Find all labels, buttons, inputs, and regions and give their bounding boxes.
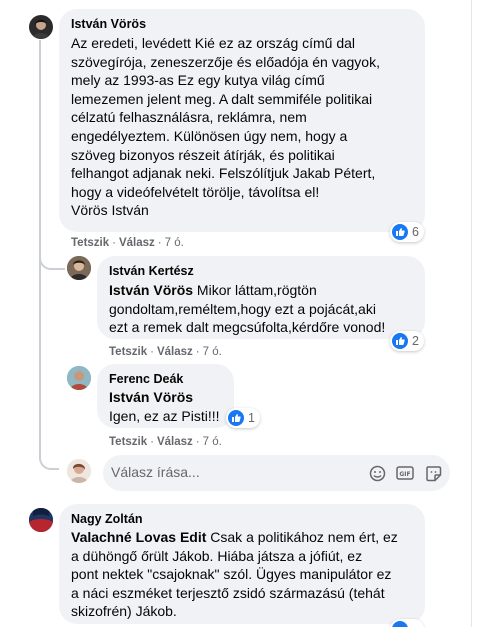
reaction-count[interactable]: 6 bbox=[390, 222, 424, 242]
comment-line: Az eredeti, levédett Kié ez az ország cí… bbox=[71, 35, 356, 51]
reply-link[interactable]: Válasz bbox=[119, 237, 155, 249]
avatar-photo-icon bbox=[29, 508, 53, 532]
comment-author[interactable]: Nagy Zoltán bbox=[71, 511, 413, 527]
panel-divider bbox=[471, 0, 472, 627]
timestamp[interactable]: 7 ó. bbox=[165, 237, 184, 249]
gif-icon[interactable]: GIF bbox=[395, 463, 415, 483]
timestamp[interactable]: 7 ó. bbox=[203, 436, 222, 448]
comment-text: Az eredeti, levédett Kié ez az ország cí… bbox=[71, 34, 413, 220]
emoji-icon[interactable] bbox=[367, 463, 387, 483]
thread-line-branch bbox=[39, 448, 59, 470]
comment-bubble: István Kertész István Vörös Mikor láttam… bbox=[97, 256, 425, 339]
comment-actions: Tetszik · Válasz · 7 ó. bbox=[71, 237, 184, 249]
comment-line: Vörös István bbox=[71, 202, 149, 219]
timestamp[interactable]: 7 ó. bbox=[203, 346, 222, 358]
comment-bubble: Nagy Zoltán Valachné Lovas Edit Csak a p… bbox=[59, 504, 425, 624]
avatar-photo-icon bbox=[67, 256, 91, 280]
comment-line: a náci eszméket terjesztő zsidó származá… bbox=[71, 584, 385, 601]
comment-text: István Vörös Mikor láttam,rögtön gondolt… bbox=[109, 281, 413, 337]
comment-line: Mikor láttam,rögtön bbox=[193, 282, 317, 298]
like-link[interactable]: Tetszik bbox=[109, 346, 147, 358]
comment-line: felhangot adjanak neki. Felszólítjuk Jak… bbox=[71, 165, 376, 182]
comment-line: a dühöngő őrült Jákob. Hiába játsza a jó… bbox=[71, 547, 363, 564]
comment-author[interactable]: István Vörös bbox=[71, 16, 413, 32]
reaction-number: 2 bbox=[412, 334, 419, 348]
avatar[interactable] bbox=[29, 508, 53, 532]
mention-link[interactable]: István Vörös bbox=[109, 282, 193, 298]
like-link[interactable]: Tetszik bbox=[109, 436, 147, 448]
comment-line: gondoltam,reméltem,hogy ezt a pojácát,ak… bbox=[109, 300, 376, 317]
comment-line: szövegírója, zeneszerzője és előadója én… bbox=[71, 53, 380, 70]
avatar[interactable] bbox=[67, 366, 91, 390]
reply-link[interactable]: Válasz bbox=[157, 346, 193, 358]
avatar[interactable] bbox=[29, 15, 53, 39]
comment-line: Csak a politikához nem ért, ez bbox=[206, 529, 398, 545]
comment-line: szöveg bizonyos részeit átírják, és poli… bbox=[71, 146, 335, 163]
mention-link[interactable]: István Vörös bbox=[109, 388, 222, 407]
comment-line: Igen, ez az Pisti!!! bbox=[109, 407, 220, 424]
comment-text: Valachné Lovas Edit Csak a politikához n… bbox=[71, 528, 413, 621]
comment-line: hogy a videófelvételt törölje, távolítsa… bbox=[71, 183, 320, 200]
comment-author[interactable]: István Kertész bbox=[109, 263, 413, 279]
comment-line: pont nektek "csajoknak" szól. Ügyes mani… bbox=[71, 566, 392, 583]
reaction-count-partial[interactable] bbox=[390, 619, 424, 627]
like-icon bbox=[392, 621, 408, 627]
sticker-icon[interactable] bbox=[423, 463, 443, 483]
reaction-number: 1 bbox=[248, 411, 255, 425]
reply-input[interactable]: Válasz írása... GIF bbox=[103, 455, 450, 491]
like-icon bbox=[392, 333, 408, 349]
avatar-photo-icon bbox=[67, 366, 91, 390]
like-icon bbox=[228, 410, 244, 426]
comment-line: mely az 1993-as Ez egy kutya világ című bbox=[71, 72, 325, 89]
reply-placeholder: Válasz írása... bbox=[111, 464, 200, 480]
avatar[interactable] bbox=[67, 256, 91, 280]
like-link[interactable]: Tetszik bbox=[71, 237, 109, 249]
avatar-photo-icon bbox=[67, 459, 91, 483]
avatar-photo-icon bbox=[32, 19, 50, 39]
comment-bubble: István Vörös Az eredeti, levédett Kié ez… bbox=[59, 9, 425, 232]
comment-text: István Vörös Igen, ez az Pisti!!! bbox=[109, 388, 222, 425]
mention-link[interactable]: Valachné Lovas Edit bbox=[71, 529, 206, 545]
comment-line: skizofrén) Jákob. bbox=[71, 603, 177, 620]
comment-line: engedélyeztem. Különösen úgy nem, hogy a bbox=[71, 127, 348, 144]
reaction-count[interactable]: 1 bbox=[226, 408, 260, 428]
reply-link[interactable]: Válasz bbox=[157, 436, 193, 448]
reaction-count[interactable]: 2 bbox=[390, 331, 424, 351]
comment-line: ezt a remek dalt megcsúfolta,kérdőre von… bbox=[109, 319, 386, 336]
comment-actions: Tetszik · Válasz · 7 ó. bbox=[109, 436, 222, 448]
thread-line-reply bbox=[39, 240, 65, 270]
current-user-avatar[interactable] bbox=[67, 459, 91, 483]
reaction-number: 6 bbox=[412, 225, 419, 239]
comment-line: lemezemen jelent meg. A dalt semmiféle p… bbox=[71, 90, 373, 107]
comment-author[interactable]: Ferenc Deák bbox=[109, 371, 222, 387]
comment-actions: Tetszik · Válasz · 7 ó. bbox=[109, 346, 222, 358]
comment-bubble: Ferenc Deák István Vörös Igen, ez az Pis… bbox=[97, 364, 234, 428]
like-icon bbox=[392, 224, 408, 240]
svg-text:GIF: GIF bbox=[399, 471, 410, 478]
comment-line: célzatú felhasználásra, reklámra, nem bbox=[71, 109, 307, 126]
